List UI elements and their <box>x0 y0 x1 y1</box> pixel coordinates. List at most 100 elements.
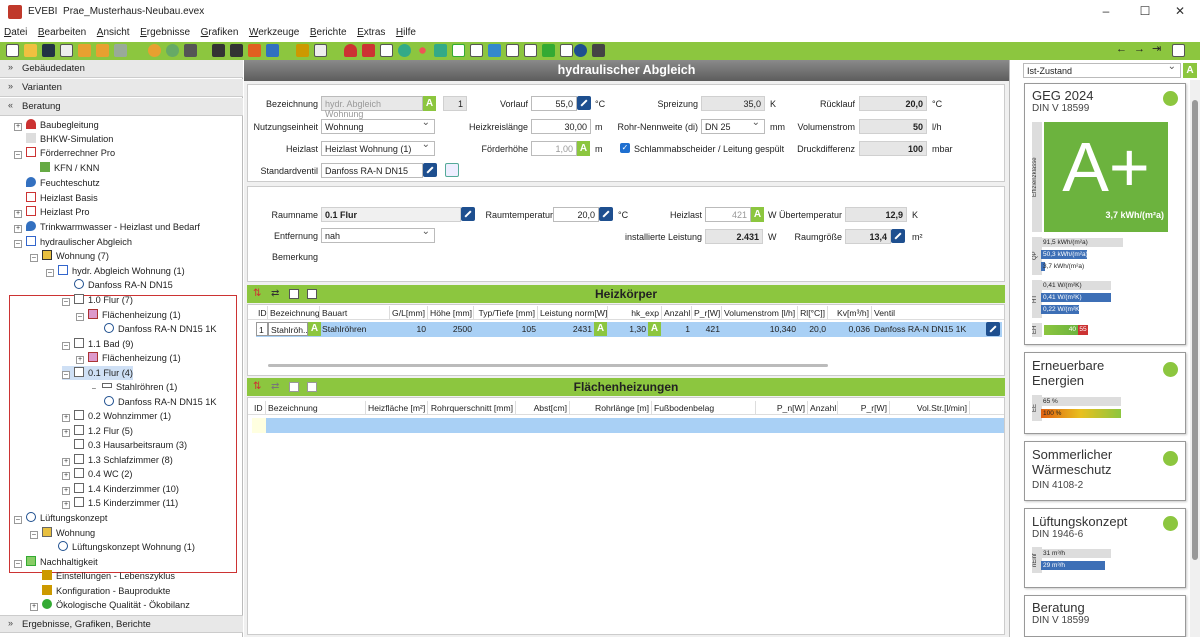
ruler-icon[interactable] <box>114 44 127 57</box>
waermeschutz-card[interactable]: Sommerlicher Wärmeschutz DIN 4108-2 <box>1024 441 1186 501</box>
menu-werkzeuge[interactable]: Werkzeuge <box>245 24 303 41</box>
tree-item-heizlast-pro[interactable]: + Heizlast Pro <box>14 205 90 219</box>
close-button[interactable]: ✕ <box>1165 4 1195 18</box>
redo-icon[interactable] <box>166 44 179 57</box>
section-beratung[interactable]: «Beratung <box>0 98 243 116</box>
table-row[interactable]: 1 Stahlröh... A Stahlröhren 10 2500 105 … <box>256 322 1002 337</box>
cell-id[interactable] <box>252 418 266 433</box>
menu-berichte[interactable]: Berichte <box>306 24 351 41</box>
wand-icon[interactable] <box>184 44 197 57</box>
insert-row-icon[interactable]: ⇄ <box>271 381 283 393</box>
heizlast-raum-field[interactable]: 421 <box>705 207 751 222</box>
auto-a-icon[interactable]: A <box>423 96 436 111</box>
cell-volumenstrom[interactable]: 10,340 <box>722 322 798 336</box>
nutzungseinheit-select[interactable]: Wohnung <box>321 118 435 134</box>
back-arrow-icon[interactable]: ← <box>1116 44 1129 57</box>
report-icon[interactable] <box>506 44 519 57</box>
tree-item-nachhaltigkeit[interactable]: – Nachhaltigkeit <box>14 555 98 569</box>
raumtemperatur-field[interactable]: 20,0 <box>553 207 599 222</box>
copy-row-icon[interactable] <box>289 289 299 299</box>
tree-item-room-0-1[interactable]: –0.1 Flur (4) <box>62 366 133 380</box>
tree-item-flaechenheizung[interactable]: – Flächenheizung (1) <box>76 308 181 322</box>
tree-item-foerderrechner[interactable]: – Förderrechner Pro <box>14 146 115 160</box>
tree-item-hydr-abgleich-wohnung[interactable]: – hydr. Abgleich Wohnung (1) <box>46 264 185 278</box>
edit-ventil-row-icon[interactable] <box>986 322 1000 336</box>
cell-hoehe[interactable]: 2500 <box>428 322 474 336</box>
tree-item-room-1-5[interactable]: +1.5 Kinderzimmer (11) <box>62 496 178 510</box>
auto-a-icon[interactable]: A <box>594 322 607 336</box>
tree-item-ventil-1k-2[interactable]: Danfoss RA-N DN15 1K <box>104 395 217 409</box>
minimize-button[interactable]: – <box>1091 4 1121 18</box>
tree-item-ventil-1k[interactable]: Danfoss RA-N DN15 1K <box>104 322 217 336</box>
tree-item-lueftungskonzept[interactable]: – Lüftungskonzept <box>14 511 107 525</box>
rohr-nennweite-select[interactable]: DN 25 <box>701 118 765 134</box>
menu-hilfe[interactable]: Hilfe <box>392 24 420 41</box>
heizlast-select[interactable]: Heizlast Wohnung (1) <box>321 140 435 156</box>
cell-id[interactable]: 1 <box>256 322 268 336</box>
cell-bezeichnung[interactable]: Stahlröh... <box>268 322 308 336</box>
sum-orange-icon[interactable] <box>248 44 261 57</box>
menu-extras[interactable]: Extras <box>353 24 389 41</box>
scrollbar-thumb[interactable] <box>1192 100 1198 560</box>
report2-icon[interactable] <box>524 44 537 57</box>
edit-vorlauf-icon[interactable] <box>577 96 591 110</box>
auto-a-icon[interactable]: A <box>577 141 590 156</box>
beratung-card[interactable]: Beratung DIN V 18599 <box>1024 595 1186 637</box>
tree-item-lebenszyklus[interactable]: Einstellungen - Lebenszyklus <box>42 569 175 583</box>
cell-pr[interactable]: 421 <box>692 322 722 336</box>
new-file-icon[interactable] <box>6 44 19 57</box>
fire-icon[interactable] <box>419 47 426 54</box>
window-icon[interactable] <box>380 44 393 57</box>
tree-item-room-1-2[interactable]: +1.2 Flur (5) <box>62 424 133 438</box>
import-icon[interactable] <box>78 44 91 57</box>
tree-item-room-1-3[interactable]: +1.3 Schlafzimmer (8) <box>62 453 173 467</box>
tree-item-ventil[interactable]: Danfoss RA-N DN15 <box>74 278 173 292</box>
cell-typ[interactable]: 105 <box>474 322 538 336</box>
cell-anzahl[interactable]: 1 <box>662 322 692 336</box>
maximize-button[interactable]: ☐ <box>1130 4 1160 18</box>
tree-item-kfn-knn[interactable]: KFN / KNN <box>40 161 99 175</box>
sum-blue-icon[interactable] <box>266 44 279 57</box>
tree-item-baubegleitung[interactable]: + Baubegleitung <box>14 118 99 132</box>
vent-icon[interactable] <box>488 44 501 57</box>
device-icon[interactable] <box>592 44 605 57</box>
tree-item-room-0-3[interactable]: 0.3 Hausarbeitsraum (3) <box>74 438 187 452</box>
tree-item-lk-wohnung-1[interactable]: Lüftungskonzept Wohnung (1) <box>58 540 195 554</box>
edit-raumtemp-icon[interactable] <box>599 207 613 221</box>
tree-item-room-1-0[interactable]: –1.0 Flur (7) <box>62 293 133 307</box>
menu-datei[interactable]: Datei <box>0 24 31 41</box>
section-gebaeudedaten[interactable]: » Gebäudedaten <box>0 60 243 78</box>
section-varianten[interactable]: » Varianten <box>0 79 243 97</box>
paste-row-icon[interactable] <box>307 382 317 392</box>
plant-icon[interactable] <box>434 44 447 57</box>
tree-item-bauprodukte[interactable]: Konfiguration - Bauprodukte <box>42 584 170 598</box>
tree-item-hydraulischer-abgleich[interactable]: – hydraulischer Abgleich <box>14 235 132 249</box>
paste-row-icon[interactable] <box>307 289 317 299</box>
calc-icon[interactable] <box>314 44 327 57</box>
edit-ventil-icon[interactable] <box>423 163 437 177</box>
cell-gl[interactable]: 10 <box>390 322 428 336</box>
right-scrollbar[interactable] <box>1190 80 1200 637</box>
undo-icon[interactable] <box>148 44 161 57</box>
auto-a-icon[interactable]: A <box>1183 63 1197 78</box>
menu-ansicht[interactable]: Ansicht <box>93 24 134 41</box>
save-icon[interactable] <box>42 44 55 57</box>
standardventil-field[interactable]: Danfoss RA-N DN15 <box>321 163 423 178</box>
table-icon[interactable] <box>212 44 225 57</box>
cell-hk-exp[interactable]: 1,30 <box>608 322 648 336</box>
tree-item-room-0-4[interactable]: +0.4 WC (2) <box>62 467 132 481</box>
roof-icon[interactable] <box>344 44 357 57</box>
tree-item-room-0-2[interactable]: +0.2 Wohnzimmer (1) <box>62 409 171 423</box>
auto-a-icon[interactable]: A <box>751 207 764 222</box>
tree-item-oekobilanz[interactable]: + Ökologische Qualität - Ökobilanz <box>30 598 190 612</box>
copy-icon[interactable] <box>60 44 73 57</box>
entfernung-select[interactable]: nah <box>321 227 435 243</box>
chart-icon[interactable] <box>296 44 309 57</box>
foerderhoehe-field[interactable]: 1,00 <box>531 141 577 156</box>
auto-a-icon[interactable]: A <box>648 322 661 336</box>
lueftungskonzept-card[interactable]: Lüftungskonzept DIN 1946-6 nEinf 31 m³/h… <box>1024 508 1186 588</box>
zustand-select[interactable]: Ist-Zustand <box>1023 62 1181 78</box>
vorlauf-field[interactable]: 55,0 <box>531 96 577 111</box>
panel-icon[interactable] <box>470 44 483 57</box>
globe-icon[interactable] <box>398 44 411 57</box>
